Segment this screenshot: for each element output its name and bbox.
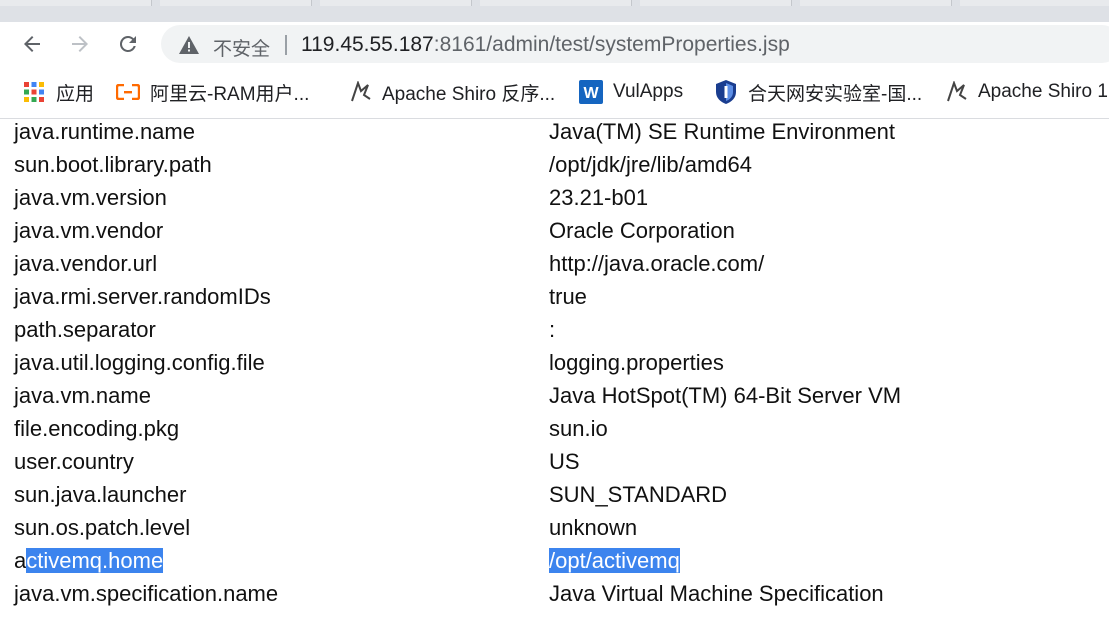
property-value: unknown xyxy=(549,515,638,540)
property-value: Java(TM) SE Runtime Environment xyxy=(549,119,895,144)
property-key: java.vm.version xyxy=(14,185,167,210)
property-value: US xyxy=(549,449,580,474)
url-path: :8161/admin/test/systemProperties.jsp xyxy=(433,33,790,56)
key-prefix: a xyxy=(14,548,27,573)
browser-tab[interactable] xyxy=(640,0,792,6)
table-row: user.country US xyxy=(14,445,901,478)
property-key: sun.java.launcher xyxy=(14,482,187,507)
bookmark-aliyun[interactable]: 阿里云-RAM用户... xyxy=(116,79,309,105)
security-status-label[interactable]: 不安全 xyxy=(213,34,270,61)
svg-text:W: W xyxy=(583,85,599,102)
table-row: file.encoding.pkg sun.io xyxy=(14,412,901,445)
property-key: user.country xyxy=(14,449,134,474)
property-value: true xyxy=(549,284,587,309)
table-row: sun.java.launcher SUN_STANDARD xyxy=(14,478,901,511)
selected-text[interactable]: /opt/activemq xyxy=(549,548,680,573)
shiro-icon xyxy=(944,80,968,104)
property-key[interactable]: activemq.home xyxy=(14,544,549,577)
bookmark-apache-shiro-2[interactable]: Apache Shiro 1 xyxy=(944,79,1108,105)
url-host: 119.45.55.187 xyxy=(301,33,434,56)
bookmarks-bar: 应用 阿里云-RAM用户... Apache Shiro 反序... W Vul… xyxy=(0,66,1109,119)
property-value: http://java.oracle.com/ xyxy=(549,251,765,276)
shield-icon xyxy=(714,80,738,104)
table-row-selected: activemq.home /opt/activemq xyxy=(14,544,901,577)
bookmark-label: 合天网安实验室-国... xyxy=(748,83,923,105)
bookmark-vulapps[interactable]: W VulApps xyxy=(579,79,683,105)
table-row: java.vm.version 23.21-b01 xyxy=(14,181,901,214)
bookmark-apps[interactable]: 应用 xyxy=(22,79,94,105)
table-row: java.vm.vendor Oracle Corporation xyxy=(14,214,901,247)
table-row: java.vm.specification.name Java Virtual M… xyxy=(14,577,901,610)
shiro-icon xyxy=(348,80,372,104)
reload-button[interactable] xyxy=(112,28,144,60)
property-key: file.encoding.pkg xyxy=(14,416,180,441)
property-key: path.separator xyxy=(14,317,156,342)
bookmark-label: Apache Shiro 反序... xyxy=(382,83,556,105)
apps-grid-icon xyxy=(22,80,46,104)
property-key: java.rmi.server.randomIDs xyxy=(14,284,271,309)
property-value: sun.io xyxy=(549,416,608,441)
property-key: sun.os.patch.level xyxy=(14,515,191,540)
property-value: /opt/jdk/jre/lib/amd64 xyxy=(549,152,752,177)
browser-tab[interactable] xyxy=(320,0,472,6)
table-row: java.util.logging.config.file logging.pro… xyxy=(14,346,901,379)
table-row: java.runtime.name Java(TM) SE Runtime Env… xyxy=(14,118,901,148)
forward-button[interactable] xyxy=(64,28,96,60)
table-row: sun.boot.library.path/opt/jdk/jre/lib/am… xyxy=(14,148,901,181)
back-button[interactable] xyxy=(16,28,48,60)
aliyun-icon xyxy=(116,80,140,104)
w-logo-icon: W xyxy=(579,80,603,104)
property-key: java.util.logging.config.file xyxy=(14,350,265,375)
property-key: sun.boot.library.path xyxy=(14,152,212,177)
property-value[interactable]: /opt/activemq xyxy=(549,544,901,577)
table-row: java.rmi.server.randomIDs true xyxy=(14,280,901,313)
property-key: java.vm.vendor xyxy=(14,218,164,243)
url-text[interactable]: 119.45.55.187:8161/admin/test/systemProp… xyxy=(301,33,790,57)
browser-tab[interactable] xyxy=(160,0,312,6)
table-row: path.separator: xyxy=(14,313,901,346)
address-bar[interactable]: 不安全 119.45.55.187:8161/admin/test/system… xyxy=(161,25,1109,63)
table-row: java.vm.name Java HotSpot(TM) 64-Bit Serv… xyxy=(14,379,901,412)
system-properties-table: java.runtime.name Java(TM) SE Runtime Env… xyxy=(14,118,901,610)
forward-arrow-icon xyxy=(72,36,88,52)
back-arrow-icon xyxy=(24,36,40,52)
property-key: java.runtime.name xyxy=(14,119,195,144)
bookmark-apache-shiro[interactable]: Apache Shiro 反序... xyxy=(348,79,555,105)
bookmark-label: 阿里云-RAM用户... xyxy=(150,83,310,105)
page-content: java.runtime.name Java(TM) SE Runtime Env… xyxy=(0,118,1109,618)
separator xyxy=(285,35,287,55)
property-key: java.vm.specification.name xyxy=(14,581,279,606)
property-value: Java HotSpot(TM) 64-Bit Server VM xyxy=(549,383,902,408)
property-value: : xyxy=(549,317,556,342)
property-value: Java Virtual Machine Specification xyxy=(549,581,884,606)
property-value: SUN_STANDARD xyxy=(549,482,728,507)
table-row: java.vendor.url http://java.oracle.com/ xyxy=(14,247,901,280)
warning-icon[interactable] xyxy=(179,36,199,54)
browser-tab[interactable] xyxy=(960,0,1109,6)
property-key: java.vendor.url xyxy=(14,251,158,276)
selected-text[interactable]: ctivemq.home xyxy=(26,548,164,573)
browser-tab[interactable] xyxy=(800,0,952,6)
browser-toolbar: 不安全 119.45.55.187:8161/admin/test/system… xyxy=(0,22,1109,66)
property-value: Oracle Corporation xyxy=(549,218,735,243)
browser-tab[interactable] xyxy=(480,0,632,6)
property-value: logging.properties xyxy=(549,350,724,375)
bookmark-label: Apache Shiro 1 xyxy=(978,81,1108,102)
tab-strip xyxy=(0,0,1109,22)
property-key: java.vm.name xyxy=(14,383,151,408)
table-row: sun.os.patch.level unknown xyxy=(14,511,901,544)
bookmark-hetian[interactable]: 合天网安实验室-国... xyxy=(714,79,922,105)
property-value: 23.21-b01 xyxy=(549,185,649,210)
bookmark-label: 应用 xyxy=(56,83,95,105)
bookmark-label: VulApps xyxy=(613,81,684,102)
browser-tab[interactable] xyxy=(0,0,152,6)
reload-icon xyxy=(119,35,136,52)
